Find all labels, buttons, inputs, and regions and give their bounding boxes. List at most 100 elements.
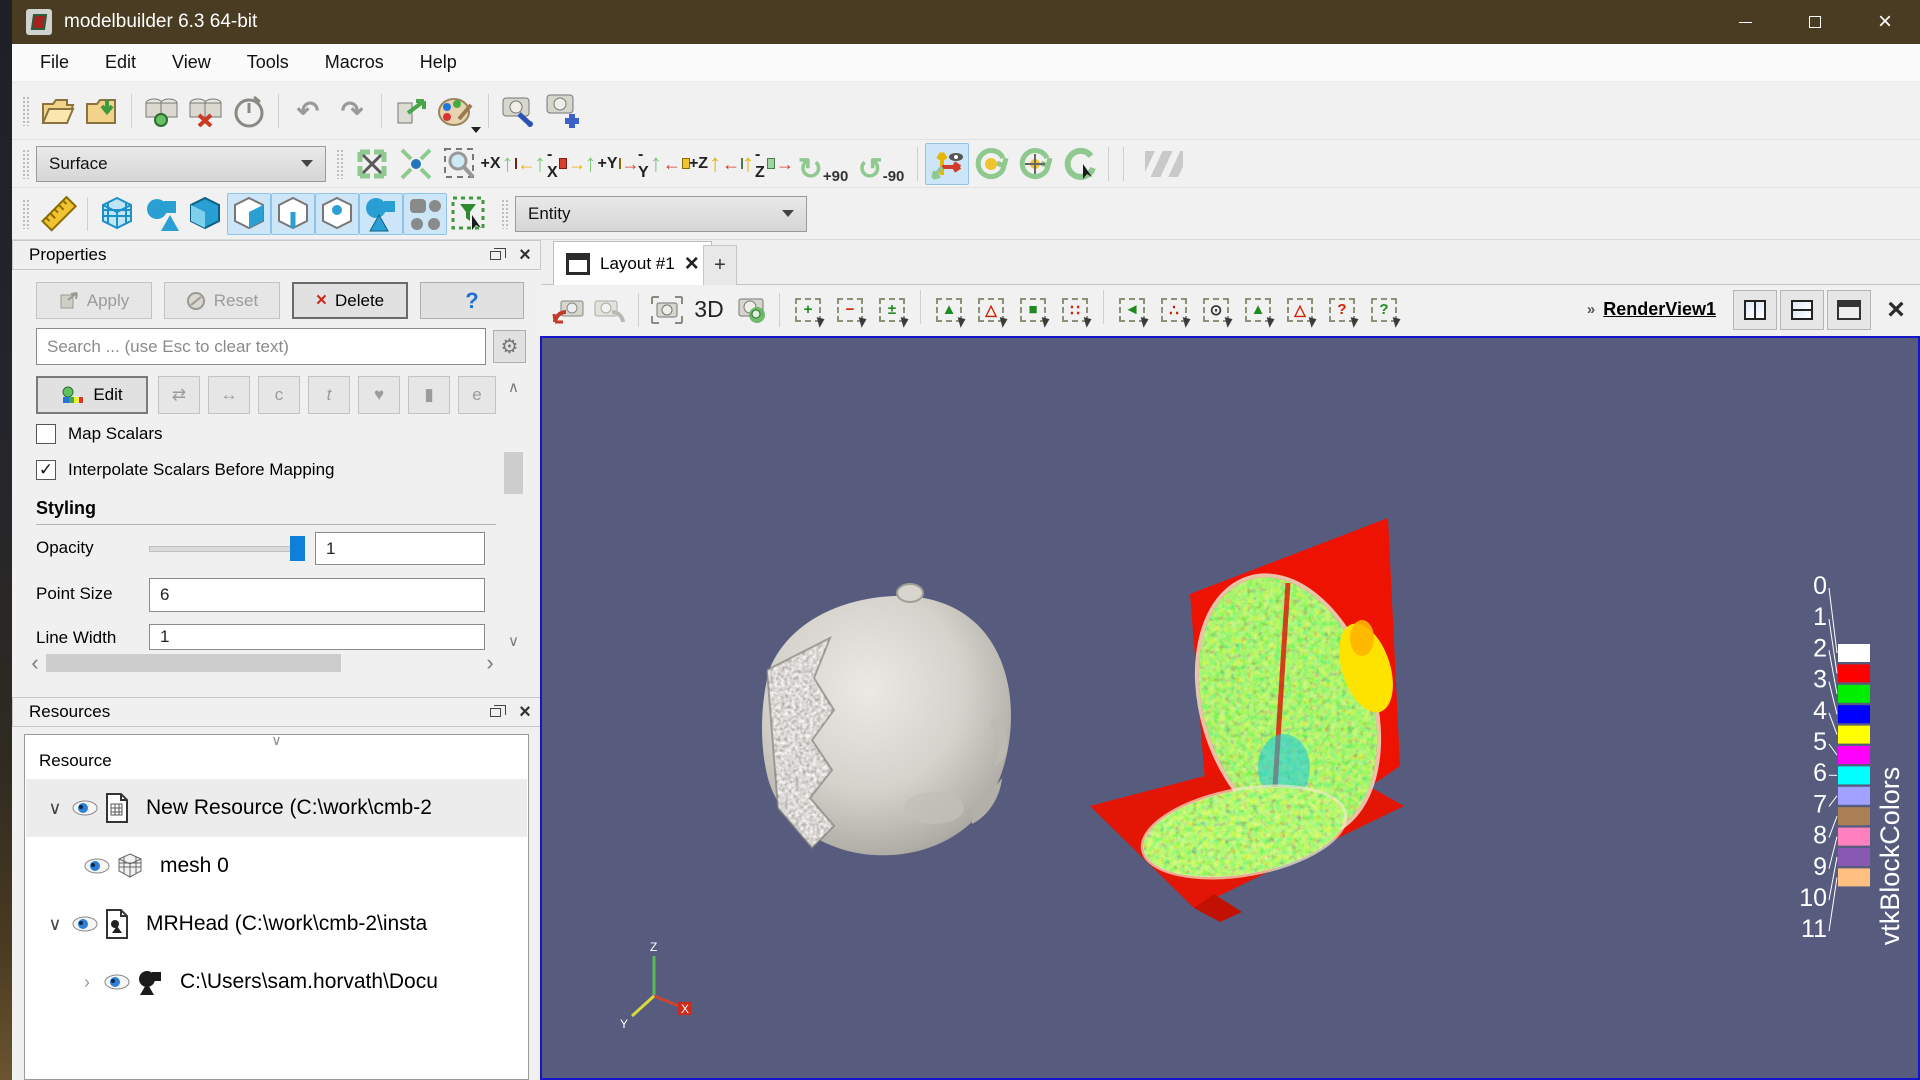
add-selection-button[interactable]: + (787, 290, 829, 330)
menu-tools[interactable]: Tools (229, 46, 307, 79)
set-view-plus-x-button[interactable]: +X ↑ ← (481, 143, 536, 185)
interaction-mode-button[interactable]: 3D (688, 290, 730, 330)
float-panel-button[interactable] (480, 700, 510, 724)
new-layout-tab-button[interactable]: + (703, 245, 737, 285)
tree-column-header[interactable]: Resource (39, 751, 112, 771)
search-options-button[interactable]: ⚙ (493, 330, 526, 363)
reset-button[interactable]: Reset (164, 282, 280, 319)
scroll-down-arrow[interactable]: ∨ (501, 630, 526, 652)
save-data-button[interactable] (80, 90, 124, 132)
expander-expanded-icon[interactable]: ∨ (44, 798, 66, 819)
select-blocks-toggle[interactable] (403, 192, 447, 235)
header-chevron-icon[interactable]: ∨ (25, 735, 528, 747)
capture-screenshot-button[interactable] (646, 290, 688, 330)
visibility-eye-icon[interactable] (84, 857, 110, 875)
opacity-input[interactable] (315, 532, 485, 565)
apply-button[interactable]: Apply (36, 282, 152, 319)
close-button[interactable]: × (1850, 0, 1920, 44)
camera-redo-button[interactable] (589, 290, 631, 330)
connect-server-button[interactable] (139, 90, 183, 132)
expander-expanded-icon[interactable]: ∨ (44, 914, 66, 935)
select-vertices-toggle[interactable] (315, 192, 359, 235)
interpolate-scalars-checkbox[interactable]: ✓ (36, 460, 56, 480)
select-glyphs-toggle[interactable] (359, 192, 403, 235)
select-cells-through-button[interactable]: ■ (1012, 290, 1054, 330)
representation-combobox[interactable]: Surface (36, 145, 326, 182)
render-view-name[interactable]: RenderView1 (1603, 299, 1716, 320)
split-vertical-button[interactable] (1733, 289, 1777, 330)
glyph-representation-button[interactable] (139, 193, 183, 235)
opacity-slider-handle[interactable] (290, 536, 305, 561)
scrollbar-thumb[interactable] (46, 654, 341, 672)
rescale-to-custom-range-button[interactable]: c (258, 376, 300, 414)
set-view-minus-y-button[interactable]: -Y ↑ ← (638, 143, 690, 185)
menu-macros[interactable]: Macros (307, 46, 402, 79)
menu-view[interactable]: View (154, 46, 229, 79)
tree-row-users-path[interactable]: › C:\Users\sam.horvath\Docu (26, 953, 527, 1011)
help-button[interactable]: ? (420, 282, 524, 319)
undo-button[interactable]: ↶ (286, 90, 330, 132)
hover-cells-button[interactable]: ? (1363, 290, 1405, 330)
measure-ruler-button[interactable] (36, 193, 80, 235)
redo-button[interactable]: ↷ (330, 90, 374, 132)
select-faces-toggle[interactable] (227, 192, 271, 235)
set-view-minus-x-button[interactable]: ↑ -X → (534, 143, 586, 185)
edit-colormap-button[interactable]: Edit (36, 376, 148, 414)
toggle-selection-button[interactable]: ± (871, 290, 913, 330)
block-colors-legend[interactable]: 0 1 2 3 4 5 6 7 8 9 10 11 vtkBlockColors (1777, 556, 1918, 1076)
camera-undo-button[interactable] (547, 290, 589, 330)
search-input[interactable] (36, 328, 486, 365)
menu-edit[interactable]: Edit (87, 46, 154, 79)
menu-help[interactable]: Help (402, 46, 475, 79)
expander-collapsed-icon[interactable]: › (76, 972, 98, 993)
zoom-to-box-button[interactable] (438, 143, 482, 185)
select-cells-on-button[interactable]: ▲ (928, 290, 970, 330)
pick-rotation-center-button[interactable] (1057, 143, 1101, 185)
select-points-through-button[interactable]: ∷ (1054, 290, 1096, 330)
map-scalars-checkbox[interactable]: ✓ (36, 424, 56, 444)
disconnect-server-button[interactable] (183, 90, 227, 132)
select-edges-toggle[interactable] (271, 192, 315, 235)
tree-row-mrhead[interactable]: ∨ MRHead (C:\work\cmb-2\insta (26, 895, 527, 953)
adjust-camera-button[interactable] (496, 90, 540, 132)
show-color-legend-button[interactable]: ▮ (408, 376, 450, 414)
visibility-eye-icon[interactable] (72, 915, 98, 933)
rotate-90-ccw-button[interactable]: ↺ -90 (852, 143, 910, 185)
maximize-view-button[interactable] (1827, 289, 1871, 330)
choose-preset-button[interactable]: ♥ (358, 376, 400, 414)
mesh-representation-button[interactable] (95, 193, 139, 235)
layout-tab[interactable]: Layout #1 × (553, 241, 712, 285)
toolbar-grip[interactable] (501, 198, 509, 229)
scroll-up-arrow[interactable]: ∧ (501, 376, 526, 398)
point-size-input[interactable] (149, 578, 485, 612)
line-width-input[interactable] (149, 624, 485, 650)
render-viewport[interactable]: Z X Y 0 1 2 3 4 5 6 7 8 9 10 11 vtkBlockColors (540, 336, 1920, 1080)
close-panel-button[interactable]: × (510, 700, 540, 724)
hover-points-button[interactable]: ? (1321, 290, 1363, 330)
solid-representation-button[interactable] (183, 193, 227, 235)
opacity-slider-track[interactable] (149, 546, 299, 552)
minimize-button[interactable] (1710, 0, 1780, 44)
set-rotation-center-button[interactable] (969, 143, 1013, 185)
zoom-to-data-button[interactable] (394, 143, 438, 185)
rescale-to-data-range-button[interactable]: ↔ (208, 376, 250, 414)
float-panel-button[interactable] (480, 243, 510, 267)
tree-row-new-resource[interactable]: ∨ New Resource (C:\work\cmb-2 (26, 779, 527, 837)
set-view-plus-y-button[interactable]: ↑ +Y → (585, 143, 640, 185)
select-points-on-button[interactable]: △ (970, 290, 1012, 330)
toolbar-grip[interactable] (336, 148, 344, 179)
save-camera-button[interactable] (540, 90, 584, 132)
use-separate-colormap-button[interactable]: ⇄ (158, 376, 200, 414)
reset-camera-button[interactable] (350, 143, 394, 185)
properties-vertical-scrollbar[interactable]: ∧ ∨ (501, 376, 526, 652)
select-cells-polygon-button[interactable]: ◄ (1111, 290, 1153, 330)
reset-rotation-center-button[interactable] (1013, 143, 1057, 185)
scrollbar-thumb[interactable] (504, 452, 523, 494)
timer-button[interactable] (227, 90, 271, 132)
load-palette-button[interactable] (389, 90, 433, 132)
toolbar-grip[interactable] (22, 198, 30, 229)
open-file-button[interactable] (36, 90, 80, 132)
entity-combobox[interactable]: Entity (515, 195, 807, 232)
toolbar-overflow-icon[interactable]: » (1587, 301, 1595, 318)
visibility-eye-icon[interactable] (72, 799, 98, 817)
